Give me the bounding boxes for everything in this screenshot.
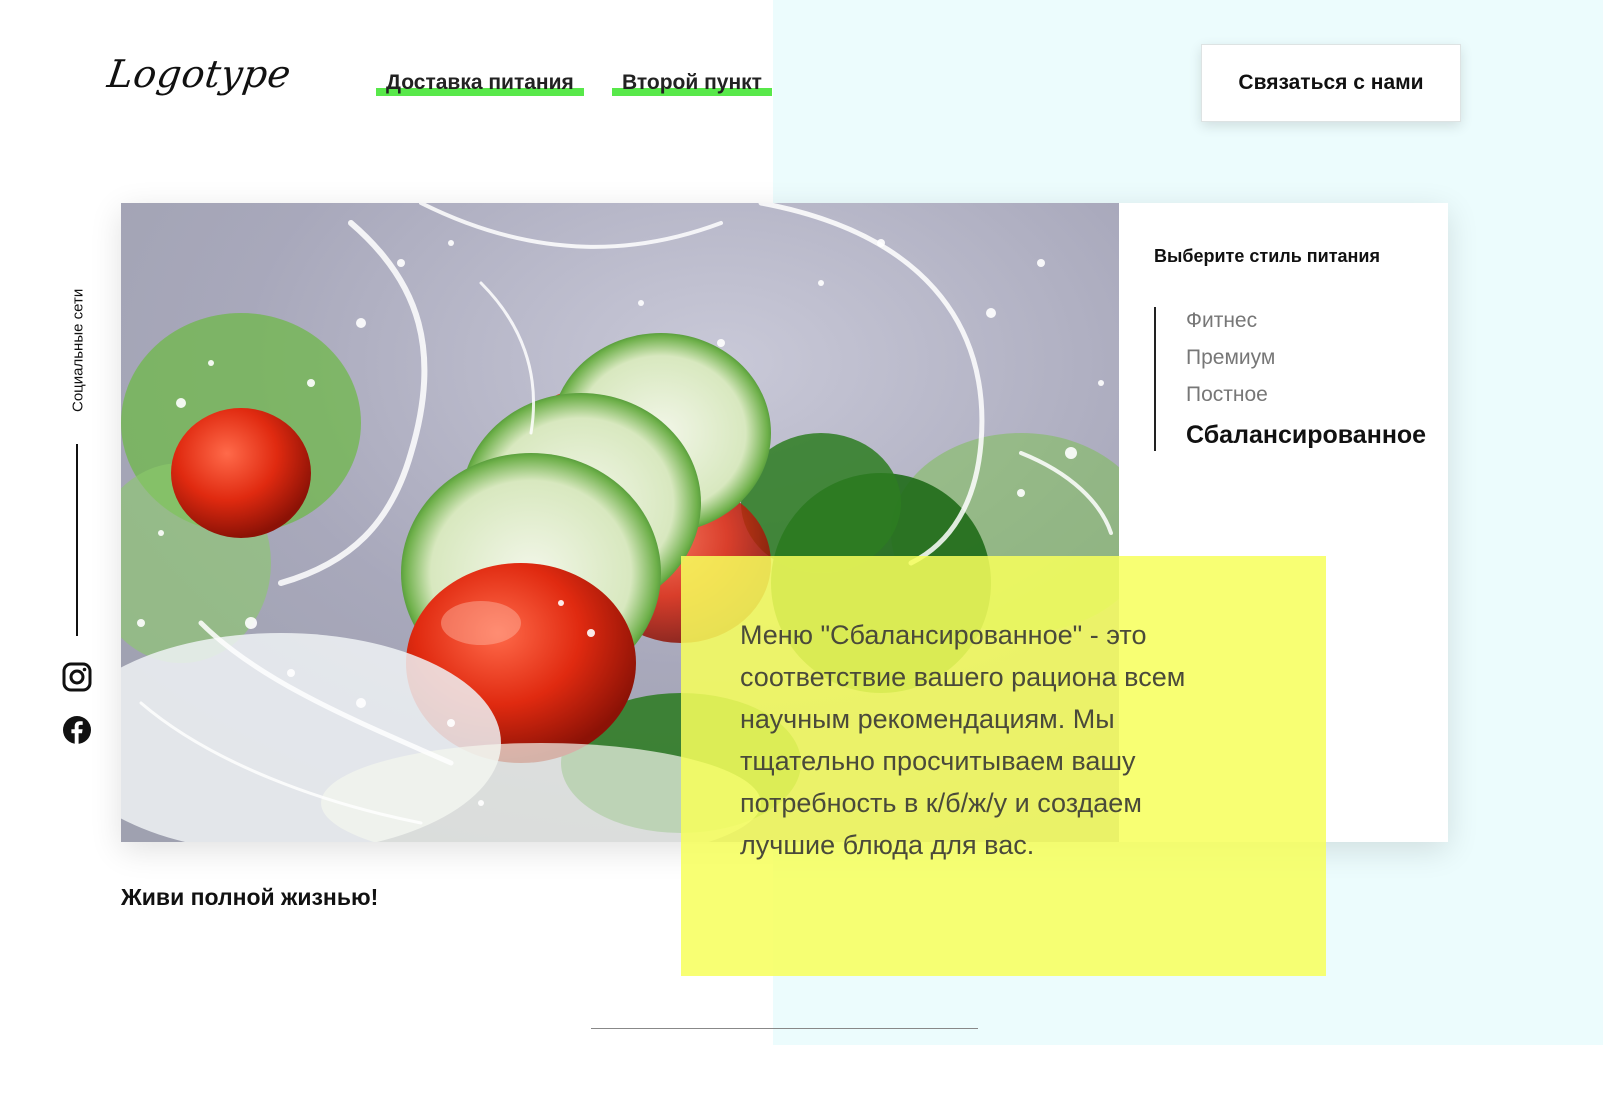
instagram-icon[interactable] [62, 662, 92, 692]
style-panel-title: Выберите стиль питания [1154, 246, 1380, 266]
style-option-lenten[interactable]: Постное [1186, 383, 1268, 407]
social-label: Социальные сети [69, 288, 87, 412]
menu-description: Меню "Сбалансированное" - это соответств… [740, 620, 1186, 860]
nav-item-second[interactable]: Второй пункт [612, 69, 772, 97]
style-option-fitness[interactable]: Фитнес [1186, 309, 1257, 333]
logo[interactable]: Logotype [105, 52, 294, 96]
style-option-balanced[interactable]: Сбалансированное [1186, 421, 1426, 450]
style-list-rule [1154, 307, 1156, 451]
nav-item-delivery[interactable]: Доставка питания [376, 69, 584, 97]
nav-item-label: Доставка питания [386, 71, 574, 94]
social-divider [76, 444, 78, 636]
contact-button[interactable]: Связаться с нами [1201, 44, 1461, 122]
slogan: Живи полной жизнью! [121, 884, 379, 910]
bottom-divider [591, 1028, 978, 1029]
facebook-icon[interactable] [63, 716, 91, 744]
nav-item-label: Второй пункт [622, 71, 762, 94]
style-option-premium[interactable]: Премиум [1186, 346, 1275, 370]
